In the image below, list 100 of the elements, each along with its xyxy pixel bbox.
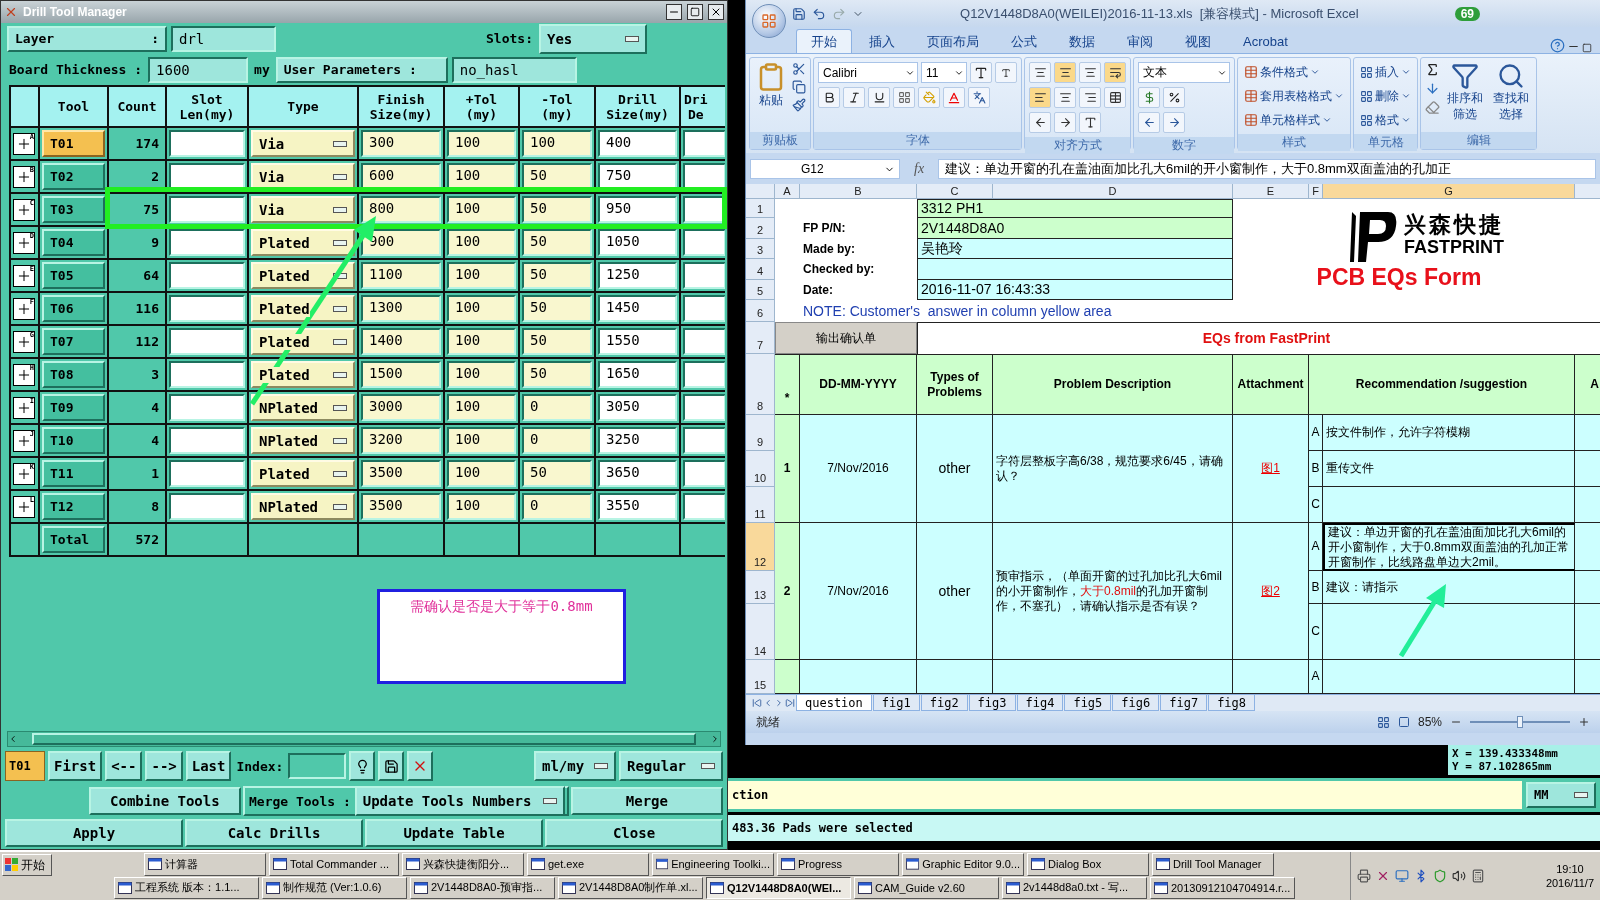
layer-field[interactable]: drl [171, 25, 276, 52]
row-header[interactable]: 3 [746, 239, 775, 259]
user-parameters-button[interactable]: User Parameters : [275, 56, 448, 83]
tool-button[interactable]: T03 [42, 196, 105, 223]
action-button[interactable]: Calc Drills [185, 819, 363, 847]
row-header[interactable]: 8 [746, 354, 775, 415]
drill-size-field[interactable]: 3250 [598, 427, 677, 454]
middle-align-button[interactable] [1054, 62, 1076, 83]
option-cell[interactable] [1323, 660, 1575, 694]
previous-sheet-icon[interactable] [763, 698, 773, 708]
shrink-font-button[interactable] [995, 62, 1017, 83]
slot-length-field[interactable] [169, 394, 245, 421]
row-header[interactable]: 10 [746, 451, 775, 487]
ribbon-tab[interactable]: 公式 [996, 29, 1052, 53]
clear-icon[interactable] [1425, 100, 1440, 115]
row-header[interactable]: 5 [746, 280, 775, 300]
number-format-dropdown[interactable]: 文本 [1138, 62, 1230, 83]
align-right-button[interactable] [1079, 87, 1101, 108]
type-dropdown[interactable]: Plated [251, 460, 355, 487]
delete-button[interactable] [407, 751, 434, 781]
slot-length-field[interactable] [169, 361, 245, 388]
fill-color-button[interactable] [918, 87, 940, 108]
minimize-button[interactable] [666, 4, 682, 20]
tool-button[interactable]: T01 [42, 130, 105, 157]
plus-tolerance-field[interactable]: 100 [447, 460, 516, 487]
minus-tolerance-field[interactable]: 0 [522, 427, 592, 454]
font-size-dropdown[interactable]: 11 [921, 62, 967, 83]
font-color-button[interactable] [943, 87, 965, 108]
ribbon-tab[interactable]: 开始 [796, 29, 852, 53]
cut-icon[interactable] [792, 62, 806, 76]
taskbar-button[interactable]: 20130912104704914.r... [1150, 876, 1295, 899]
sheet-tab[interactable]: fig8 [1208, 695, 1256, 711]
border-button[interactable] [893, 87, 915, 108]
paste-button[interactable]: 粘贴 [754, 62, 788, 108]
taskbar-button[interactable]: Engineering Toolki... [652, 853, 774, 876]
sheet-tab[interactable]: fig4 [1016, 695, 1064, 711]
drill-depth-field[interactable] [683, 295, 725, 322]
sort-filter-button[interactable]: 排序和筛选 [1444, 62, 1486, 122]
align-left-button[interactable] [1029, 87, 1051, 108]
finish-size-field[interactable]: 1100 [361, 262, 441, 289]
row-header[interactable]: 7 [746, 322, 775, 354]
calculator-icon[interactable] [1471, 869, 1485, 883]
board-thickness-field[interactable]: 1600 [148, 56, 249, 83]
type-dropdown[interactable]: NPlated [251, 427, 355, 454]
plus-tolerance-field[interactable]: 100 [447, 130, 516, 157]
undo-icon[interactable] [812, 6, 826, 21]
sheet-tab[interactable]: fig6 [1112, 695, 1160, 711]
plus-tolerance-field[interactable]: 100 [447, 196, 516, 223]
formula-field[interactable]: 建议：单边开窗的孔在盖油面加比孔大6mil的开小窗制作，大于0.8mm双面盖油的孔加正 [938, 159, 1596, 179]
last-sheet-icon[interactable] [785, 698, 795, 708]
merge-button[interactable]: Merge [570, 787, 723, 815]
drill-depth-field[interactable] [683, 493, 725, 520]
units-dropdown[interactable]: ml/my [534, 751, 616, 781]
plus-tolerance-field[interactable]: 100 [447, 493, 516, 520]
taskbar-button[interactable]: 兴森快捷衡阳分... [402, 853, 524, 876]
close-button[interactable] [708, 4, 724, 20]
option-cell[interactable]: 按文件制作，允许字符模糊 [1323, 415, 1575, 451]
column-header[interactable]: A [775, 184, 800, 199]
units-dropdown[interactable]: MM [1526, 782, 1596, 808]
plus-tolerance-field[interactable]: 100 [447, 295, 516, 322]
finish-size-field[interactable]: 3000 [361, 394, 441, 421]
finish-size-field[interactable]: 3200 [361, 427, 441, 454]
ribbon-tab[interactable]: 审阅 [1112, 29, 1168, 53]
row-header[interactable]: 12 [746, 523, 775, 571]
minus-tolerance-field[interactable]: 0 [522, 493, 592, 520]
type-dropdown[interactable]: NPlated [251, 493, 355, 520]
export-button[interactable]: 输出确认单 [775, 322, 917, 354]
currency-button[interactable] [1138, 87, 1160, 108]
plus-tolerance-field[interactable]: 100 [447, 328, 516, 355]
volume-icon[interactable] [1452, 869, 1466, 883]
ribbon-tab[interactable]: 插入 [854, 29, 910, 53]
drill-size-field[interactable]: 1250 [598, 262, 677, 289]
plus-tolerance-field[interactable]: 100 [447, 427, 516, 454]
slot-length-field[interactable] [169, 493, 245, 520]
minus-tolerance-field[interactable]: 50 [522, 196, 592, 223]
drill-depth-field[interactable] [683, 460, 725, 487]
action-button[interactable]: Apply [5, 819, 183, 847]
drill-size-field[interactable]: 1650 [598, 361, 677, 388]
insert-function-button[interactable]: fx [906, 161, 933, 177]
combine-tools-button[interactable]: Combine Tools [88, 787, 241, 815]
cells-button[interactable]: 插入 [1358, 62, 1413, 82]
sheet-tab[interactable]: fig3 [968, 695, 1016, 711]
percent-button[interactable] [1163, 87, 1185, 108]
cells-button[interactable]: 格式 [1358, 110, 1413, 130]
next-sheet-icon[interactable] [774, 698, 784, 708]
plus-tolerance-field[interactable]: 100 [447, 394, 516, 421]
decrease-indent-button[interactable] [1029, 112, 1051, 133]
merge-button[interactable] [1104, 87, 1126, 108]
row-header[interactable]: 14 [746, 604, 775, 660]
horizontal-scrollbar[interactable] [7, 731, 721, 747]
minus-tolerance-field[interactable]: 0 [522, 394, 592, 421]
tool-button[interactable]: T11 [42, 460, 105, 487]
wrap-text-button[interactable] [1104, 62, 1126, 83]
action-button[interactable]: Update Table [365, 819, 543, 847]
increase-indent-button[interactable] [1054, 112, 1076, 133]
tool-button[interactable]: T05 [42, 262, 105, 289]
drill-size-field[interactable]: 3050 [598, 394, 677, 421]
styles-button[interactable]: 单元格样式 [1242, 110, 1346, 130]
cells-button[interactable]: 删除 [1358, 86, 1413, 106]
slot-length-field[interactable] [169, 229, 245, 256]
